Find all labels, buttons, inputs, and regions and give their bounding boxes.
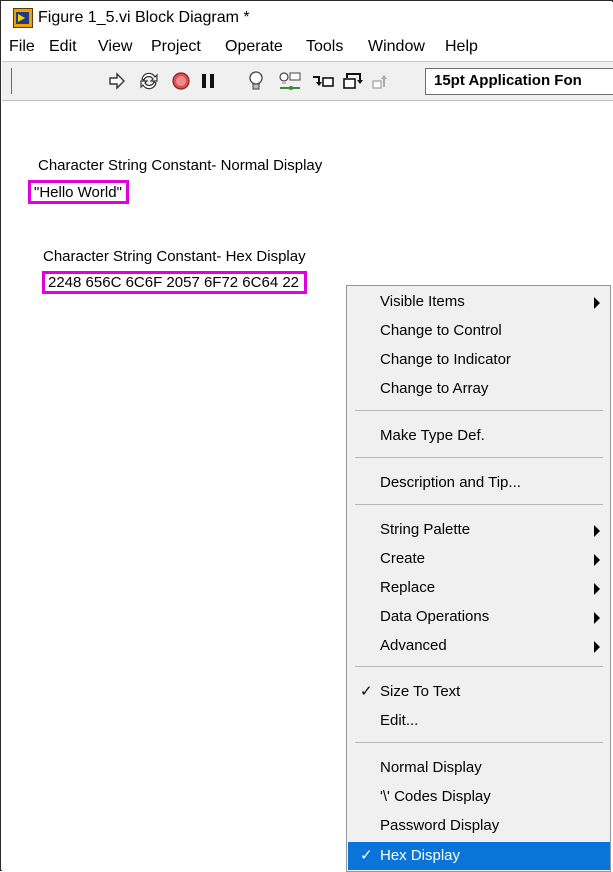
menu-separator	[355, 666, 603, 667]
menu-separator	[355, 504, 603, 505]
abort-icon[interactable]	[169, 70, 193, 92]
submenu-arrow-icon	[594, 641, 600, 653]
menu-item-hex-display[interactable]: ✓ Hex Display	[348, 842, 610, 870]
toolbar: 15pt Application Fon	[2, 62, 613, 101]
menu-edit[interactable]: Edit	[49, 38, 77, 56]
menu-help[interactable]: Help	[445, 38, 478, 56]
menu-item-advanced[interactable]: Advanced	[348, 632, 610, 660]
menu-item-change-to-array[interactable]: Change to Array	[348, 375, 610, 403]
context-menu: Visible Items Change to Control Change t…	[346, 285, 611, 872]
submenu-arrow-icon	[594, 612, 600, 624]
menu-item-normal-display[interactable]: Normal Display	[348, 754, 610, 782]
retain-wire-values-icon[interactable]	[276, 70, 304, 92]
menu-item-change-to-indicator[interactable]: Change to Indicator	[348, 346, 610, 374]
menu-separator	[355, 457, 603, 458]
menu-item-string-palette[interactable]: String Palette	[348, 516, 610, 544]
menu-item-edit[interactable]: Edit...	[348, 707, 610, 735]
menu-item-change-to-control[interactable]: Change to Control	[348, 317, 610, 345]
checkmark-icon: ✓	[360, 683, 373, 700]
menu-item-password-display[interactable]: Password Display	[348, 812, 610, 840]
submenu-arrow-icon	[594, 297, 600, 309]
hex-display-label: Character String Constant- Hex Display	[43, 248, 306, 265]
menu-separator	[355, 410, 603, 411]
normal-string-value: "Hello World"	[34, 184, 122, 201]
submenu-arrow-icon	[594, 554, 600, 566]
checkmark-icon: ✓	[360, 847, 373, 864]
menu-item-description-and-tip[interactable]: Description and Tip...	[348, 469, 610, 497]
menu-item-data-operations[interactable]: Data Operations	[348, 603, 610, 631]
menu-project[interactable]: Project	[151, 38, 201, 56]
menu-bar: File Edit View Project Operate Tools Win…	[2, 34, 613, 62]
menu-view[interactable]: View	[98, 38, 132, 56]
step-into-icon[interactable]	[310, 70, 336, 92]
submenu-arrow-icon	[594, 583, 600, 595]
menu-item-replace[interactable]: Replace	[348, 574, 610, 602]
window-title: Figure 1_5.vi Block Diagram *	[38, 9, 250, 26]
highlight-execution-icon[interactable]	[244, 70, 268, 92]
labview-window: Figure 1_5.vi Block Diagram * File Edit …	[0, 0, 613, 872]
submenu-arrow-icon	[594, 525, 600, 537]
toolbar-grip	[11, 68, 12, 94]
step-over-icon[interactable]	[340, 70, 366, 92]
menu-item-make-type-def[interactable]: Make Type Def.	[348, 422, 610, 450]
run-continuously-icon[interactable]	[137, 70, 161, 92]
menu-window[interactable]: Window	[368, 38, 425, 56]
menu-item-visible-items[interactable]: Visible Items	[348, 288, 610, 316]
menu-operate[interactable]: Operate	[225, 38, 283, 56]
run-arrow-icon[interactable]	[105, 70, 129, 92]
menu-item-create[interactable]: Create	[348, 545, 610, 573]
menu-item-codes-display[interactable]: '\' Codes Display	[348, 783, 610, 811]
labview-app-icon	[13, 8, 33, 28]
menu-file[interactable]: File	[9, 38, 35, 56]
step-out-icon[interactable]	[370, 70, 394, 92]
menu-tools[interactable]: Tools	[306, 38, 343, 56]
hex-string-constant[interactable]: 2248 656C 6C6F 2057 6F72 6C64 22	[42, 271, 308, 294]
font-selector[interactable]: 15pt Application Fon	[425, 68, 613, 95]
menu-separator	[355, 742, 603, 743]
title-bar[interactable]: Figure 1_5.vi Block Diagram *	[2, 2, 613, 34]
hex-string-value: 2248 656C 6C6F 2057 6F72 6C64 22	[48, 274, 300, 291]
normal-display-label: Character String Constant- Normal Displa…	[38, 157, 323, 174]
menu-item-size-to-text[interactable]: ✓ Size To Text	[348, 678, 610, 706]
pause-icon[interactable]	[198, 70, 218, 92]
normal-string-constant[interactable]: "Hello World"	[28, 180, 129, 204]
